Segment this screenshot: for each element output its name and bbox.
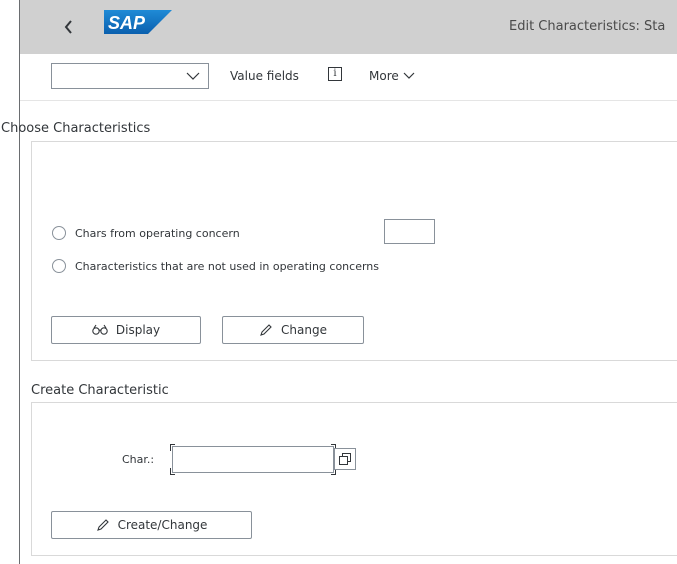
page-title: Edit Characteristics: Sta (509, 19, 666, 34)
create-change-button-label: Create/Change (117, 518, 208, 532)
create-change-button[interactable]: Create/Change (51, 511, 252, 539)
glasses-icon (92, 324, 108, 335)
display-button-label: Display (115, 323, 161, 337)
radio-chars-from-operating-concern[interactable]: Chars from operating concern (52, 226, 240, 240)
svg-text:SAP: SAP (108, 13, 146, 33)
sap-logo: SAP (104, 10, 172, 34)
create-section-title: Create Characteristic (31, 383, 169, 398)
radio-unused-characteristics[interactable]: Characteristics that are not used in ope… (52, 259, 379, 273)
display-button[interactable]: Display (51, 316, 201, 344)
more-label: More (369, 69, 399, 83)
value-help-button[interactable] (334, 448, 356, 470)
app-window: SAP Edit Characteristics: Sta Value fiel… (0, 0, 677, 564)
chevron-down-icon (403, 72, 415, 79)
toolbar: Value fields i More (20, 54, 677, 101)
radio-label: Chars from operating concern (75, 226, 240, 240)
value-help-icon (339, 453, 351, 465)
shell-header: SAP Edit Characteristics: Sta (20, 0, 677, 54)
pencil-icon (260, 324, 272, 336)
focus-bracket (170, 444, 175, 451)
more-menu-button[interactable]: More (369, 69, 415, 83)
info-icon[interactable]: i (328, 67, 342, 81)
char-label: Char.: (122, 453, 155, 466)
radio-button[interactable] (52, 226, 66, 240)
focus-bracket (170, 468, 175, 475)
chevron-left-icon (64, 20, 72, 34)
radio-label: Characteristics that are not used in ope… (75, 259, 380, 273)
choose-section-title: Choose Characteristics (1, 121, 151, 136)
value-fields-button[interactable]: Value fields (230, 69, 299, 83)
back-button[interactable] (56, 12, 82, 42)
change-button-label: Change (281, 323, 327, 337)
change-button[interactable]: Change (222, 316, 364, 344)
operating-concern-input[interactable] (384, 219, 435, 244)
radio-button[interactable] (52, 259, 66, 273)
pencil-icon (96, 519, 109, 531)
variant-select[interactable] (51, 63, 209, 89)
chevron-down-icon (186, 72, 200, 80)
char-input[interactable] (170, 444, 336, 475)
